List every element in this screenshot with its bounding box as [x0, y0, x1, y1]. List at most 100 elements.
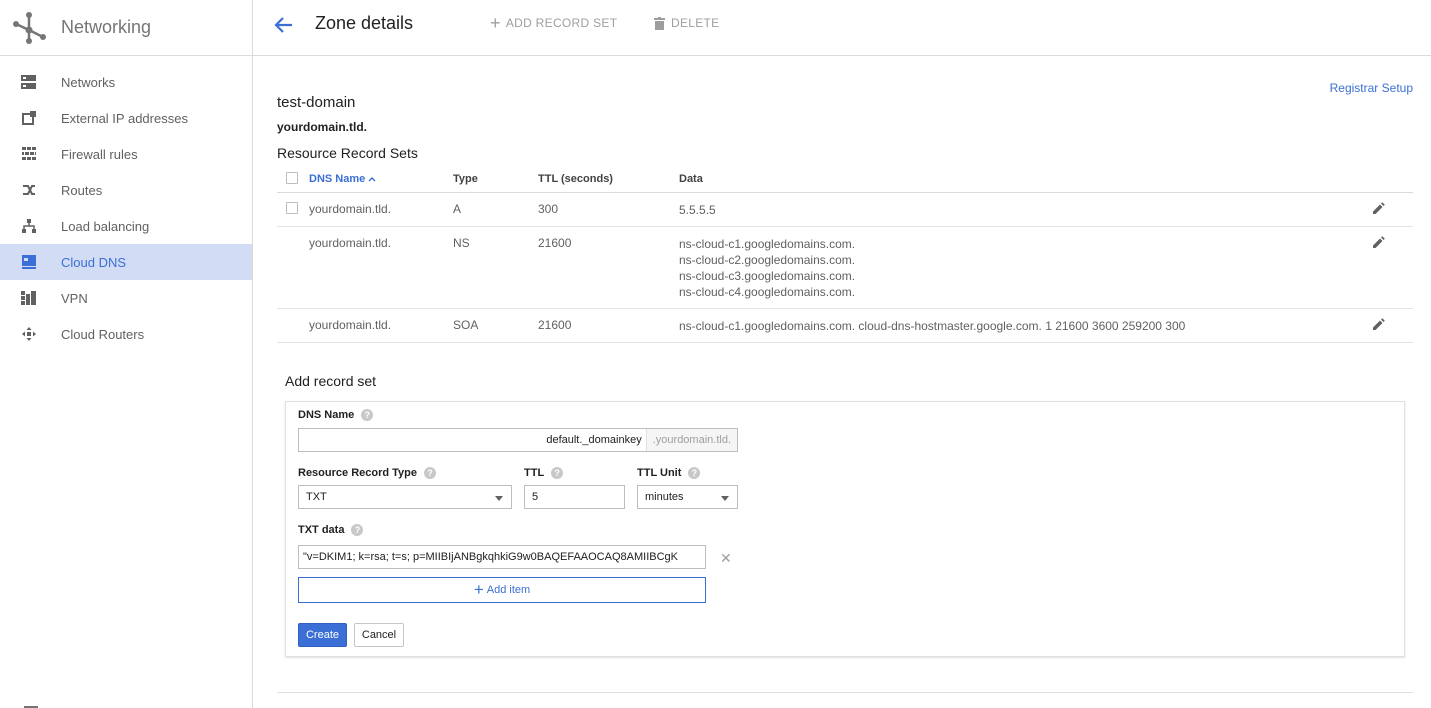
dns-name-field[interactable]: default._domainkey .yourdomain.tld.	[298, 428, 738, 452]
column-dns-name-label: DNS Name	[309, 173, 366, 186]
ttl-unit-label: TTL Unit ?	[637, 467, 701, 479]
row-data-line: ns-cloud-c2.googledomains.com.	[679, 252, 856, 267]
add-item-label: Add item	[486, 584, 531, 596]
sidebar-nav: Networks External IP addresses Firewall …	[0, 56, 252, 352]
clear-icon[interactable]: ✕	[720, 550, 732, 567]
delete-label: DELETE	[671, 16, 720, 30]
row-select-cell	[277, 308, 309, 343]
external-ip-icon	[20, 110, 37, 127]
row-checkbox[interactable]	[286, 201, 298, 214]
networks-icon	[20, 74, 37, 91]
row-data-line: ns-cloud-c3.googledomains.com.	[679, 268, 856, 283]
column-ttl: TTL (seconds)	[538, 167, 679, 193]
rr-type-label-text: Resource Record Type	[298, 467, 418, 479]
networking-logo-icon	[13, 11, 46, 44]
cloud-routers-icon	[20, 326, 37, 343]
row-data-line: ns-cloud-c4.googledomains.com.	[679, 284, 856, 299]
row-ttl: 300	[538, 192, 679, 227]
row-data: ns-cloud-c1.googledomains.com. cloud-dns…	[679, 308, 1373, 343]
add-record-set-button[interactable]: + ADD RECORD SET	[490, 14, 618, 32]
top-bar: Zone details + ADD RECORD SET DELETE	[253, 0, 1431, 56]
edit-pencil-icon[interactable]	[1373, 317, 1385, 333]
row-data-line: 5.5.5.5	[679, 202, 716, 217]
ttl-unit-select[interactable]: minutes	[637, 485, 738, 509]
sidebar-item-label: Routes	[61, 182, 103, 198]
registrar-setup-link[interactable]: Registrar Setup	[1330, 81, 1413, 95]
rr-type-select[interactable]: TXT	[298, 485, 512, 509]
sidebar-item-label: Firewall rules	[61, 146, 138, 162]
sidebar-item-cloud-routers[interactable]: Cloud Routers	[0, 316, 252, 352]
sidebar-item-label: Networks	[61, 74, 116, 90]
row-dns-name: yourdomain.tld.	[309, 226, 453, 309]
sidebar-item-external-ip[interactable]: External IP addresses	[0, 100, 252, 136]
create-button[interactable]: Create	[298, 623, 347, 647]
dns-name-input[interactable]: default._domainkey	[299, 434, 646, 446]
row-dns-name: yourdomain.tld.	[309, 308, 453, 343]
firewall-icon	[20, 146, 37, 163]
row-type: NS	[453, 226, 538, 309]
column-data: Data	[679, 167, 1373, 193]
table-row: yourdomain.tld. SOA 21600 ns-cloud-c1.go…	[277, 308, 1413, 343]
routes-icon	[20, 182, 37, 199]
row-type: A	[453, 192, 538, 227]
ttl-value: 5	[532, 491, 539, 503]
plus-icon: +	[473, 580, 484, 599]
main-content: Registrar Setup test-domain yourdomain.t…	[253, 57, 1431, 708]
divider	[277, 692, 1413, 693]
delete-button[interactable]: DELETE	[654, 16, 719, 30]
select-all-checkbox[interactable]	[286, 171, 298, 184]
record-sets-title: Resource Record Sets	[277, 145, 418, 161]
column-dns-name[interactable]: DNS Name	[309, 167, 453, 193]
edit-pencil-icon[interactable]	[1373, 201, 1385, 217]
sidebar-title: Networking	[61, 17, 152, 37]
back-arrow-icon[interactable]	[273, 14, 295, 36]
help-icon[interactable]: ?	[688, 467, 701, 479]
row-data-line: ns-cloud-c1.googledomains.com. cloud-dns…	[679, 318, 1186, 333]
row-dns-name: yourdomain.tld.	[309, 192, 453, 227]
row-type: SOA	[453, 308, 538, 343]
zone-name: test-domain	[277, 94, 356, 111]
row-data-line: ns-cloud-c1.googledomains.com.	[679, 236, 856, 251]
load-balancing-icon	[20, 218, 37, 235]
ttl-input[interactable]: 5	[524, 485, 625, 509]
dns-name-label: DNS Name ?	[298, 409, 374, 421]
cancel-button[interactable]: Cancel	[354, 623, 404, 647]
row-ttl: 21600	[538, 226, 679, 309]
sidebar: Networking Networks External IP addresse…	[0, 0, 253, 708]
row-edit-cell	[1373, 226, 1413, 309]
ttl-unit-value: minutes	[645, 491, 684, 503]
row-data: ns-cloud-c1.googledomains.com. ns-cloud-…	[679, 226, 1373, 309]
add-record-set-title: Add record set	[285, 373, 377, 389]
txt-data-label: TXT data ?	[298, 524, 364, 536]
ttl-unit-label-text: TTL Unit	[637, 467, 682, 479]
page-title: Zone details	[315, 13, 414, 33]
sidebar-item-cloud-dns[interactable]: Cloud DNS	[0, 244, 252, 280]
table-header-row: DNS Name Type TTL (seconds) Data	[277, 167, 1413, 193]
sidebar-item-load-balancing[interactable]: Load balancing	[0, 208, 252, 244]
column-type: Type	[453, 167, 538, 193]
txt-data-input[interactable]: "v=DKIM1; k=rsa; t=s; p=MIIBIjANBgkqhkiG…	[298, 545, 706, 569]
column-edit	[1373, 167, 1413, 193]
ttl-label-text: TTL	[524, 467, 545, 479]
add-item-button[interactable]: + Add item	[298, 577, 706, 603]
sidebar-item-vpn[interactable]: VPN	[0, 280, 252, 316]
sidebar-item-label: External IP addresses	[61, 110, 188, 126]
sidebar-item-routes[interactable]: Routes	[0, 172, 252, 208]
cloud-dns-icon	[20, 254, 37, 271]
record-sets-table: DNS Name Type TTL (seconds) Data yourdom…	[277, 167, 1413, 343]
help-icon[interactable]: ?	[361, 409, 374, 421]
edit-pencil-icon[interactable]	[1373, 235, 1385, 251]
sidebar-item-firewall-rules[interactable]: Firewall rules	[0, 136, 252, 172]
help-icon[interactable]: ?	[551, 467, 564, 479]
row-ttl: 21600	[538, 308, 679, 343]
sidebar-item-networks[interactable]: Networks	[0, 64, 252, 100]
add-record-set-label: ADD RECORD SET	[505, 16, 618, 30]
help-icon[interactable]: ?	[424, 467, 437, 479]
help-icon[interactable]: ?	[351, 524, 364, 536]
table-row: yourdomain.tld. A 300 5.5.5.5	[277, 192, 1413, 227]
row-select-cell	[277, 192, 309, 227]
txt-data-value: "v=DKIM1; k=rsa; t=s; p=MIIBIjANBgkqhkiG…	[303, 551, 678, 563]
dns-name-label-text: DNS Name	[298, 409, 355, 421]
row-edit-cell	[1373, 308, 1413, 343]
sidebar-header: Networking	[0, 0, 252, 56]
